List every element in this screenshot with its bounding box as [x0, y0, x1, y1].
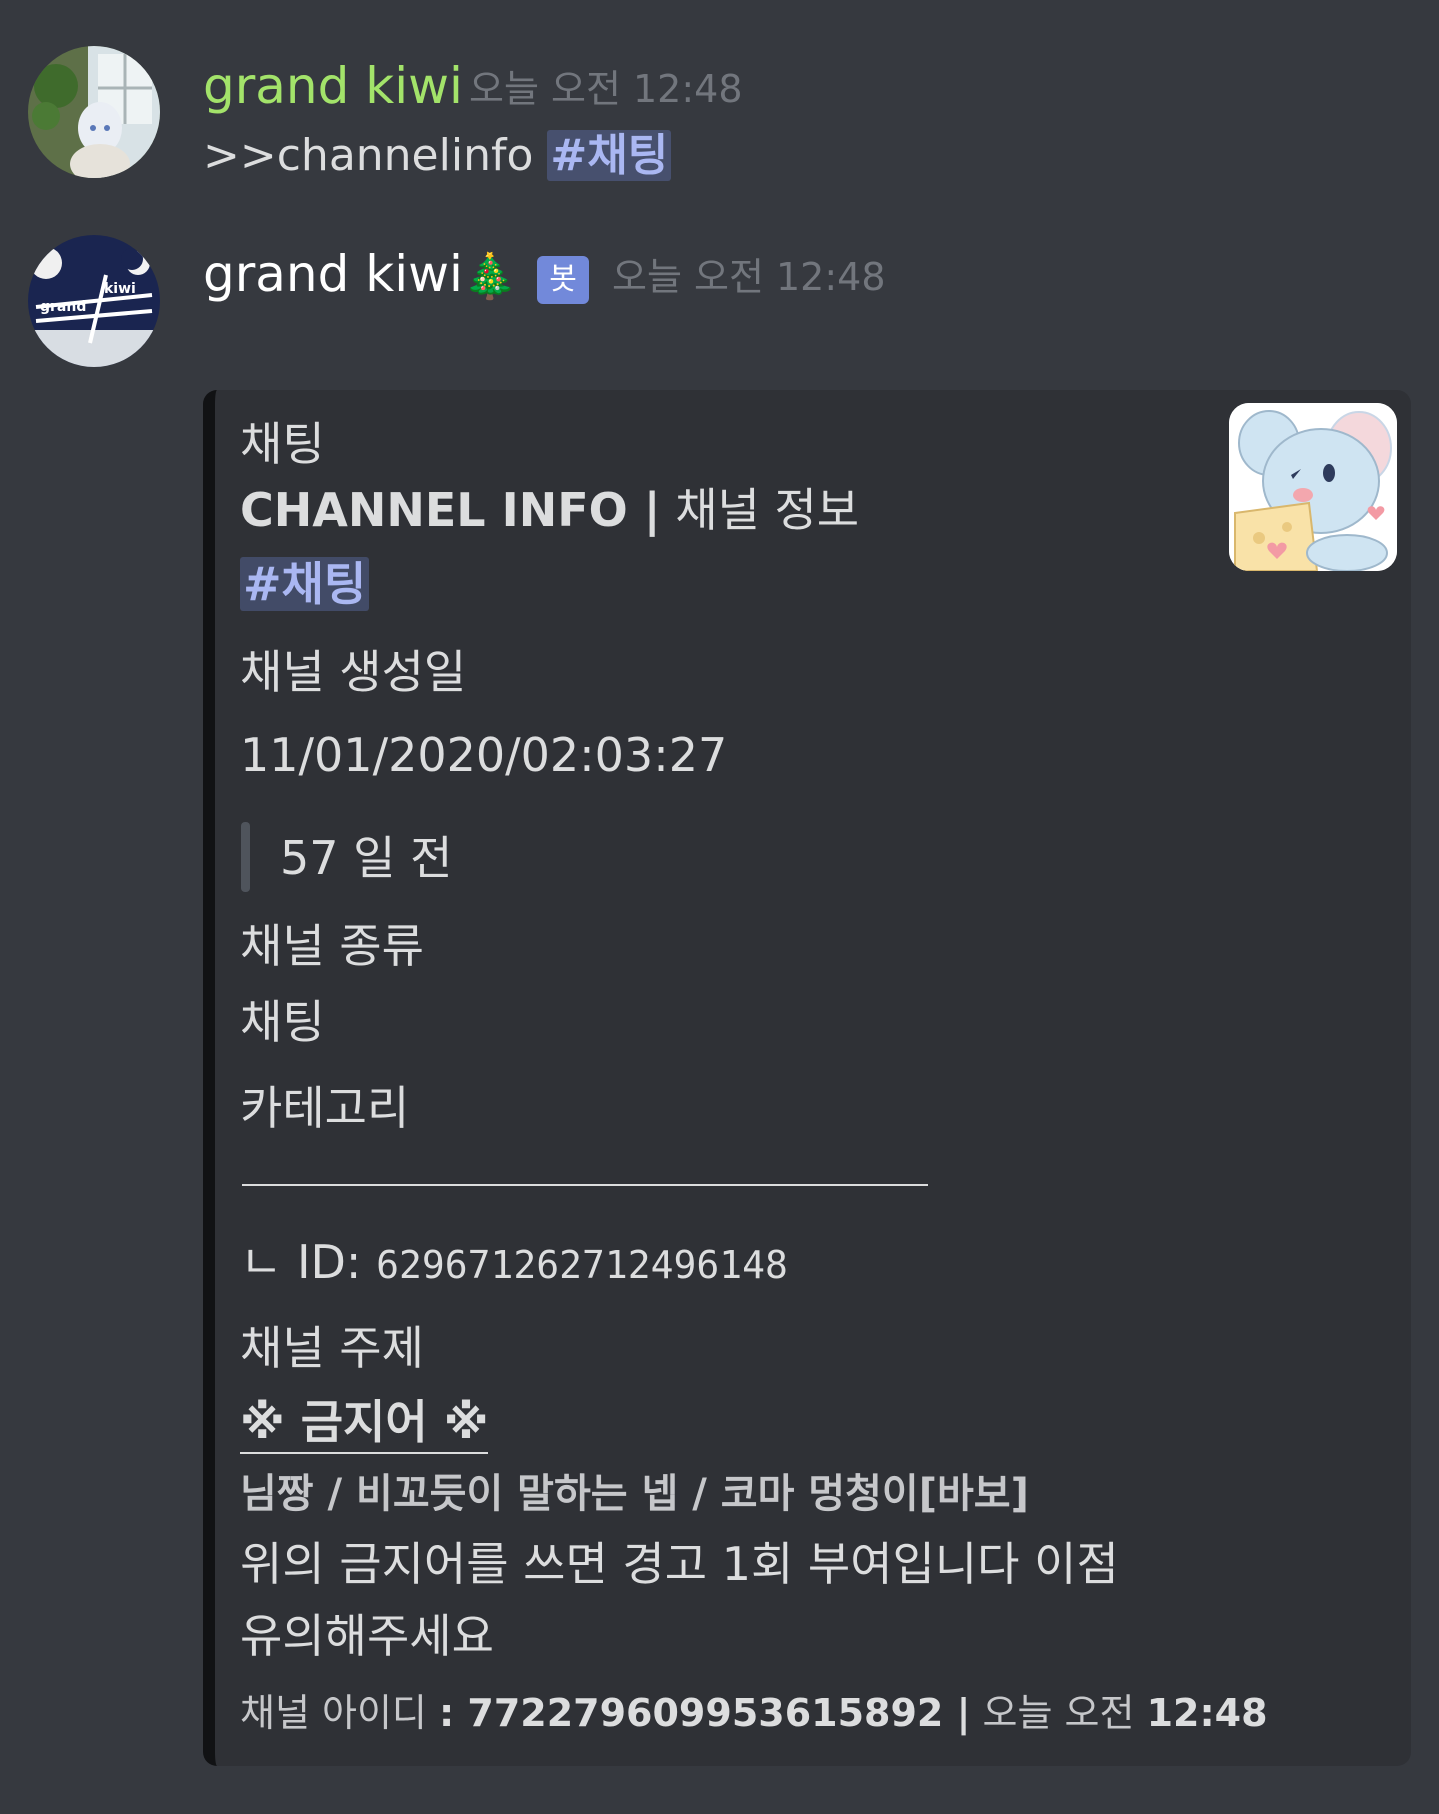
user-avatar[interactable]	[28, 46, 160, 178]
bot-author-name[interactable]: grand kiwi🎄	[203, 244, 518, 307]
embed-channel-mention[interactable]: #채팅	[240, 556, 370, 612]
author-name[interactable]: grand kiwi	[203, 56, 463, 116]
embed-title-bold: CHANNEL INFO |	[240, 483, 661, 537]
divider-line	[242, 1184, 928, 1186]
banned-words: 님짱 / 비꼬듯이 말하는 넵 / 코마 멍청이[바보]	[240, 1471, 1029, 1517]
embed-mention-text[interactable]: #채팅	[240, 557, 370, 611]
embed-thumbnail[interactable]	[1229, 403, 1397, 571]
warning-line-2: 유의해주세요	[240, 1609, 494, 1663]
field-id-value: 629671262712496148	[376, 1243, 788, 1287]
field-category-name: 카테고리	[240, 1081, 410, 1135]
bot-badge: 봇	[537, 256, 589, 304]
avatar-text-grand: grand	[40, 299, 86, 315]
field-id: ㄴ ID: 629671262712496148	[240, 1234, 788, 1293]
field-id-prefix: ㄴ ID:	[240, 1235, 362, 1289]
bot-message-timestamp: 오늘 오전 12:48	[612, 255, 886, 299]
command-text: >>channelinfo	[203, 130, 534, 181]
embed-title: CHANNEL INFO | 채널 정보	[240, 482, 859, 538]
field-created-value: 11/01/2020/02:03:27	[240, 728, 728, 782]
avatar-text-kiwi: kiwi	[104, 281, 136, 297]
footer-id: : 772279609953615892 |	[438, 1691, 971, 1735]
field-created-name: 채널 생성일	[240, 645, 467, 699]
field-type-value: 채팅	[240, 995, 325, 1049]
blockquote-bar	[241, 822, 250, 892]
field-topic-name: 채널 주제	[240, 1321, 424, 1375]
embed-title-rest: 채널 정보	[675, 483, 860, 537]
footer-label: 채널 아이디	[240, 1691, 427, 1735]
embed-author[interactable]: 채팅	[240, 416, 325, 472]
bot-name-text: grand kiwi	[203, 245, 463, 303]
field-type-name: 채널 종류	[240, 919, 424, 973]
bot-avatar[interactable]: grand kiwi	[28, 235, 160, 367]
message-content: >>channelinfo #채팅	[203, 128, 672, 184]
warning-line-1: 위의 금지어를 쓰면 경고 1회 부여입니다 이점	[240, 1537, 1119, 1591]
field-created-ago: 57 일 전	[280, 831, 453, 885]
footer-time: 12:48	[1146, 1691, 1268, 1735]
embed-footer: 채널 아이디 : 772279609953615892 | 오늘 오전 12:4…	[240, 1688, 1268, 1738]
message-timestamp: 오늘 오전 12:48	[469, 67, 743, 111]
tree-emoji-icon: 🎄	[462, 251, 518, 302]
topic-heading: ※ 금지어 ※	[240, 1394, 489, 1454]
footer-time-prefix: 오늘 오전	[982, 1691, 1135, 1735]
channel-mention[interactable]: #채팅	[547, 130, 672, 181]
